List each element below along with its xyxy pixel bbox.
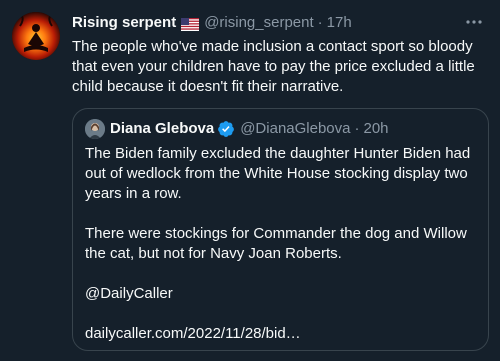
quoted-tweet[interactable]: Diana Glebova @DianaGlebova · 20h The Bi… xyxy=(72,108,489,351)
quoted-author-name[interactable]: Diana Glebova xyxy=(110,119,214,139)
verified-badge-icon xyxy=(217,120,235,138)
quoted-tweet-text: The Biden family excluded the daughter H… xyxy=(85,144,477,344)
author-name[interactable]: Rising serpent xyxy=(72,13,176,33)
author-handle[interactable]: @rising_serpent xyxy=(204,13,313,33)
us-flag-icon xyxy=(181,17,200,31)
quoted-paragraph: There were stockings for Commander the d… xyxy=(85,225,467,262)
tweet-text: The people who've made inclusion a conta… xyxy=(72,38,475,95)
quoted-paragraph: The Biden family excluded the daughter H… xyxy=(85,145,471,202)
quoted-tweet-timestamp[interactable]: 20h xyxy=(364,119,389,139)
quoted-link[interactable]: dailycaller.com/2022/11/28/bid… xyxy=(85,324,477,344)
more-icon[interactable] xyxy=(464,12,484,32)
quoted-tweet-header: Diana Glebova @DianaGlebova · 20h xyxy=(85,119,476,139)
author-avatar[interactable] xyxy=(12,12,60,60)
quoted-separator-dot: · xyxy=(354,120,360,137)
tweet-timestamp[interactable]: 17h xyxy=(327,13,352,33)
tweet[interactable]: Rising serpent @rising_serpent · 17h The… xyxy=(0,0,500,361)
tweet-header: Rising serpent @rising_serpent · 17h xyxy=(72,13,466,33)
quoted-author-handle[interactable]: @DianaGlebova xyxy=(240,119,350,139)
quoted-author-avatar[interactable] xyxy=(85,119,105,139)
quoted-mention[interactable]: @DailyCaller xyxy=(85,284,477,304)
separator-dot: · xyxy=(317,14,323,31)
